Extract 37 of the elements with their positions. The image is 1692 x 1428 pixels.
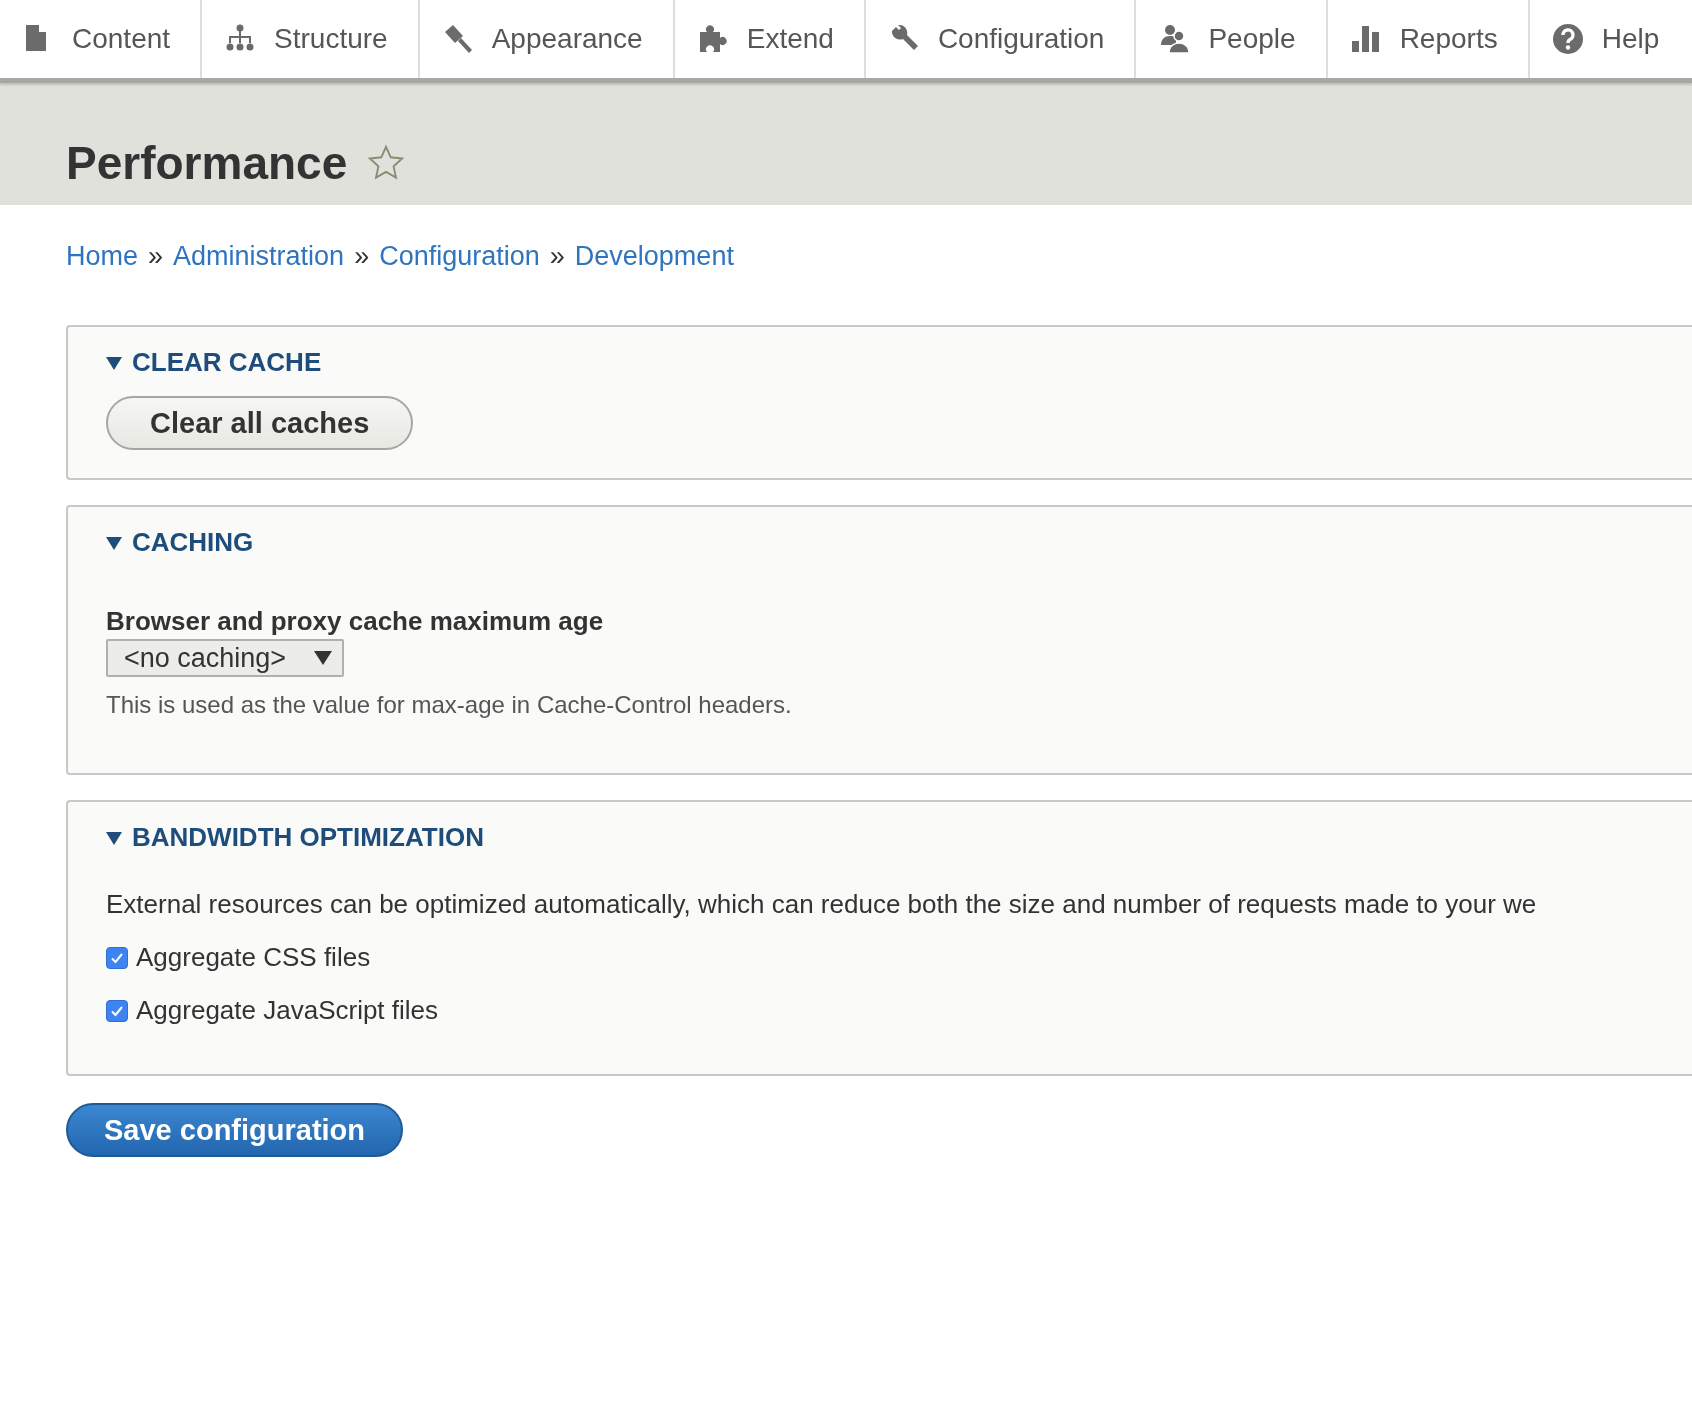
toolbar-tab[interactable]: Reports	[1327, 0, 1530, 78]
select-dropdown[interactable]: <no caching>	[106, 639, 345, 677]
checkbox-label: Aggregate CSS files	[136, 942, 371, 973]
checkbox[interactable]	[106, 946, 128, 969]
section-toggle[interactable]: CACHING	[106, 527, 254, 558]
breadcrumb-link[interactable]: Configuration	[379, 240, 540, 272]
section-toggle[interactable]: BANDWIDTH OPTIMIZATION	[106, 822, 484, 853]
field-label: Browser and proxy cache maximum age	[106, 606, 605, 637]
breadcrumb-separator: »	[549, 240, 565, 272]
toolbar-tab[interactable]: Extend	[674, 0, 866, 78]
star-icon[interactable]	[367, 144, 406, 182]
checkbox[interactable]	[106, 999, 128, 1022]
clear-caches-button[interactable]: Clear all caches	[106, 396, 414, 450]
toolbar-tab[interactable]: Content	[0, 0, 203, 78]
bar-chart-icon	[1349, 23, 1382, 55]
breadcrumb-link[interactable]: Administration	[173, 240, 345, 272]
section-description: External resources can be optimized automatically, which can reduce both the size and number of requests made to your we	[106, 889, 1538, 920]
toolbar-tab[interactable]: Configuration	[865, 0, 1137, 78]
breadcrumb-link[interactable]: Development	[574, 240, 734, 272]
people-icon	[1158, 23, 1191, 55]
breadcrumb-separator: »	[148, 240, 164, 272]
toolbar-tab[interactable]: Appearance	[419, 0, 675, 78]
triangle-icon	[106, 355, 122, 370]
help-icon	[1551, 23, 1584, 55]
toolbar-tab[interactable]: Help	[1529, 0, 1666, 78]
breadcrumb-separator: »	[354, 240, 370, 272]
section-toggle[interactable]: CLEAR CACHE	[106, 347, 322, 378]
page-title: Performance	[66, 136, 348, 190]
caret-icon	[314, 651, 333, 665]
field-description: This is used as the value for max-age in Cache-Control headers.	[106, 691, 793, 719]
save-button[interactable]: Save configuration	[66, 1103, 404, 1157]
checkbox-label: Aggregate JavaScript files	[136, 995, 439, 1026]
triangle-icon	[106, 830, 122, 845]
toolbar-tab[interactable]: Structure	[202, 0, 420, 78]
breadcrumb-link[interactable]: Home	[66, 240, 139, 272]
triangle-icon	[106, 535, 122, 550]
toolbar-tab[interactable]: People	[1136, 0, 1328, 78]
